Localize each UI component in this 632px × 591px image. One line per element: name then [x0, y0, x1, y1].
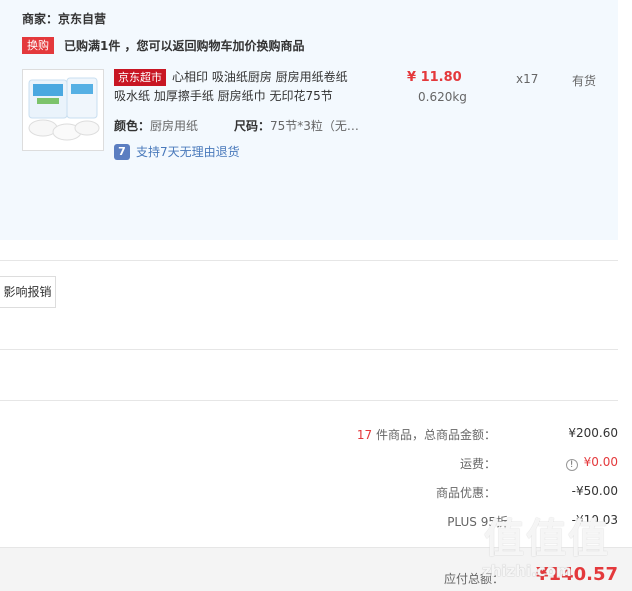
size-label: 尺码： — [234, 119, 271, 133]
divider — [0, 400, 618, 401]
seven-day-return-icon: 7 — [114, 143, 130, 160]
invoice-button[interactable]: 影响报销 — [0, 276, 56, 308]
promo-text: 已购满1件 ，您可以返回购物车加价换购商品 — [64, 38, 305, 53]
watermark-url: zhizhi.com — [482, 562, 572, 580]
paper-towel-icon — [28, 77, 100, 141]
exchange-tag: 换购 — [22, 36, 54, 54]
item-count: 17 — [356, 428, 373, 442]
shipping-label: 运费： — [459, 457, 496, 471]
stock-status: 有货 — [572, 74, 597, 88]
size-attr: 尺码：75节*3粒（无… — [234, 117, 359, 134]
shipping-value-wrap: ! ¥0.00 — [565, 455, 618, 471]
vendor-name: 商家：京东自营 — [22, 12, 107, 26]
discount-row: 商品优惠： -¥50.00 — [0, 484, 632, 502]
product-title-link[interactable]: 京东超市 心相印 吸油纸厨房 厨房用纸卷纸吸水纸 加厚擦手纸 厨房纸巾 无印花75… — [114, 68, 359, 106]
divider — [0, 349, 618, 350]
return-text: 支持7天无理由退货 — [136, 145, 240, 159]
items-total-label: 17 件商品，总商品金额： — [356, 428, 496, 442]
return-policy[interactable]: 7 支持7天无理由退货 — [114, 143, 240, 160]
size-value: 75节*3粒（无… — [270, 119, 359, 133]
jd-supermarket-tag: 京东超市 — [114, 69, 166, 86]
color-value: 厨房用纸 — [150, 119, 199, 133]
discount-value: -¥50.00 — [571, 484, 618, 498]
unit-price: ¥ 11.80 — [407, 70, 462, 85]
quantity: x17 — [516, 72, 539, 86]
shipping-value: ¥0.00 — [583, 455, 618, 469]
product-thumbnail[interactable] — [22, 69, 104, 151]
color-attr: 颜色：厨房用纸 — [114, 117, 198, 134]
items-total-row: 17 件商品，总商品金额： ¥200.60 — [0, 426, 632, 444]
discount-label: 商品优惠： — [435, 486, 496, 500]
shipping-row: 运费： ! ¥0.00 — [0, 455, 632, 473]
info-icon[interactable]: ! — [565, 459, 578, 471]
promo-line: 换购 已购满1件 ，您可以返回购物车加价换购商品 — [22, 36, 305, 54]
product-weight: 0.620kg — [418, 90, 467, 104]
order-block: 商家：京东自营 换购 已购满1件 ，您可以返回购物车加价换购商品 京东超市 心相印… — [0, 0, 618, 240]
items-total-value: ¥200.60 — [568, 426, 618, 440]
color-label: 颜色： — [114, 119, 151, 133]
divider — [0, 260, 618, 261]
watermark-logo: 值值值 — [484, 516, 610, 562]
